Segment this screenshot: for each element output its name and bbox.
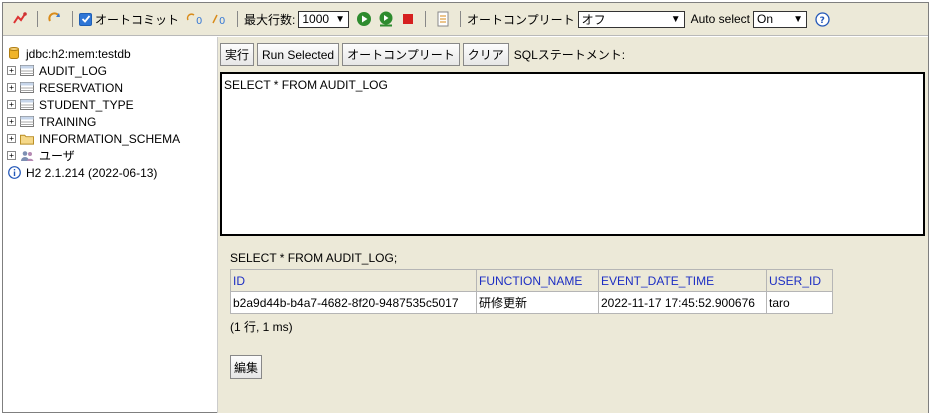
tree-item-label: AUDIT_LOG — [39, 63, 108, 78]
run-selected-button[interactable]: Run Selected — [257, 43, 340, 66]
run-icon[interactable] — [355, 10, 373, 28]
svg-text:0: 0 — [219, 16, 225, 26]
history-icon[interactable] — [434, 10, 452, 28]
max-rows-label: 最大行数: — [244, 12, 296, 27]
tree-version: H2 2.1.214 (2022-06-13) — [7, 164, 217, 181]
help-icon[interactable]: ? — [813, 10, 831, 28]
autoselect-select[interactable]: On ▼ — [753, 10, 807, 28]
toolbar: オートコミット 0 0 最大行数: 1000 ▼ オートコンプリート オフ ▼ … — [3, 3, 928, 36]
svg-text:0: 0 — [196, 16, 202, 26]
autocomplete-label: オートコンプリート — [466, 12, 575, 27]
tree-item-reservation[interactable]: + RESERVATION — [7, 79, 217, 96]
result-area: SELECT * FROM AUDIT_LOG; ID FUNCTION_NAM… — [230, 251, 833, 379]
run-button[interactable]: 実行 — [220, 43, 255, 66]
edit-button[interactable]: 編集 — [230, 355, 262, 379]
column-header-event-date-time[interactable]: EVENT_DATE_TIME — [598, 269, 767, 292]
cell-function-name: 研修更新 — [476, 291, 599, 314]
separator — [424, 11, 426, 27]
sql-editor[interactable]: SELECT * FROM AUDIT_LOG — [220, 72, 925, 236]
column-header-id[interactable]: ID — [230, 269, 477, 292]
folder-icon — [20, 133, 34, 145]
result-table: ID FUNCTION_NAME EVENT_DATE_TIME USER_ID… — [230, 269, 833, 314]
separator — [72, 11, 73, 27]
schema-tree: jdbc:h2:mem:testdb + AUDIT_LOG + RESERVA… — [3, 37, 217, 413]
tree-connection[interactable]: jdbc:h2:mem:testdb — [7, 45, 217, 62]
tree-item-label: TRAINING — [39, 114, 97, 129]
expand-icon[interactable]: + — [7, 151, 16, 160]
expand-icon[interactable]: + — [7, 66, 16, 75]
tree-item-label: ユーザ — [39, 149, 75, 163]
query-panel: 実行 Run Selected オートコンプリート クリア SQLステートメント… — [217, 37, 928, 413]
column-header-function-name[interactable]: FUNCTION_NAME — [476, 269, 599, 292]
connection-url: jdbc:h2:mem:testdb — [26, 46, 131, 61]
column-header-user-id[interactable]: USER_ID — [766, 269, 833, 292]
autocomplete-value: オフ — [581, 12, 606, 27]
expand-icon[interactable]: + — [7, 117, 16, 126]
chevron-down-icon: ▼ — [793, 13, 803, 25]
table-row: b2a9d44b-b4a7-4682-8f20-9487535c5017 研修更… — [230, 291, 833, 314]
tree-item-student-type[interactable]: + STUDENT_TYPE — [7, 96, 217, 113]
disconnect-icon[interactable] — [11, 10, 29, 28]
expand-icon[interactable]: + — [7, 100, 16, 109]
clear-button[interactable]: クリア — [462, 43, 509, 66]
users-icon — [20, 150, 34, 162]
cell-id: b2a9d44b-b4a7-4682-8f20-9487535c5017 — [230, 291, 477, 314]
autoselect-group: Auto select On ▼ — [690, 10, 807, 28]
svg-text:?: ? — [819, 16, 824, 26]
autocomplete-button[interactable]: オートコンプリート — [342, 43, 460, 66]
cell-event-date-time: 2022-11-17 17:45:52.900676 — [598, 291, 767, 314]
table-header-row: ID FUNCTION_NAME EVENT_DATE_TIME USER_ID — [230, 269, 833, 292]
info-icon — [7, 166, 21, 179]
row-count: (1 行, 1 ms) — [230, 320, 293, 334]
refresh-icon[interactable] — [46, 10, 64, 28]
chevron-down-icon: ▼ — [670, 13, 681, 25]
chevron-down-icon: ▼ — [335, 13, 345, 25]
autoselect-label: Auto select — [690, 12, 750, 26]
separator — [237, 11, 239, 27]
run-selected-icon[interactable] — [377, 10, 395, 28]
stop-icon[interactable] — [399, 10, 417, 28]
table-icon — [20, 82, 34, 94]
commit-icon[interactable]: 0 — [209, 10, 229, 28]
autocomplete-select[interactable]: オフ ▼ — [577, 10, 685, 28]
separator — [459, 11, 461, 27]
autocommit-checkbox[interactable]: オートコミット — [79, 11, 179, 28]
version-label: H2 2.1.214 (2022-06-13) — [26, 165, 158, 180]
autocomplete-group: オートコンプリート オフ ▼ — [466, 10, 685, 28]
expand-icon[interactable]: + — [7, 83, 16, 92]
tree-item-audit-log[interactable]: + AUDIT_LOG — [7, 62, 217, 79]
cell-user-id: taro — [766, 291, 833, 314]
table-icon — [20, 99, 34, 111]
sql-statement-label: SQLステートメント: — [513, 48, 626, 62]
separator — [37, 11, 38, 27]
rollback-icon[interactable]: 0 — [185, 10, 205, 28]
tree-item-training[interactable]: + TRAINING — [7, 113, 217, 130]
max-rows-select[interactable]: 1000 ▼ — [298, 10, 349, 28]
max-rows-value: 1000 — [302, 12, 330, 26]
autocommit-label: オートコミット — [95, 12, 180, 27]
tree-item-label: RESERVATION — [39, 80, 124, 95]
h2-console-window: オートコミット 0 0 最大行数: 1000 ▼ オートコンプリート オフ ▼ … — [2, 2, 929, 413]
tree-item-label: INFORMATION_SCHEMA — [39, 131, 181, 146]
tree-item-label: STUDENT_TYPE — [39, 97, 134, 112]
database-icon — [7, 47, 21, 60]
tree-item-information-schema[interactable]: + INFORMATION_SCHEMA — [7, 130, 217, 147]
table-icon — [20, 65, 34, 77]
editor-button-bar: 実行 Run Selected オートコンプリート クリア SQLステートメント… — [220, 43, 625, 66]
expand-icon[interactable]: + — [7, 134, 16, 143]
table-icon — [20, 116, 34, 128]
tree-item-users[interactable]: + ユーザ — [7, 147, 217, 164]
autoselect-value: On — [757, 12, 774, 26]
max-rows-group: 最大行数: 1000 ▼ — [244, 10, 349, 28]
checkbox-checked-icon[interactable] — [79, 12, 92, 26]
executed-query: SELECT * FROM AUDIT_LOG; — [230, 251, 398, 265]
